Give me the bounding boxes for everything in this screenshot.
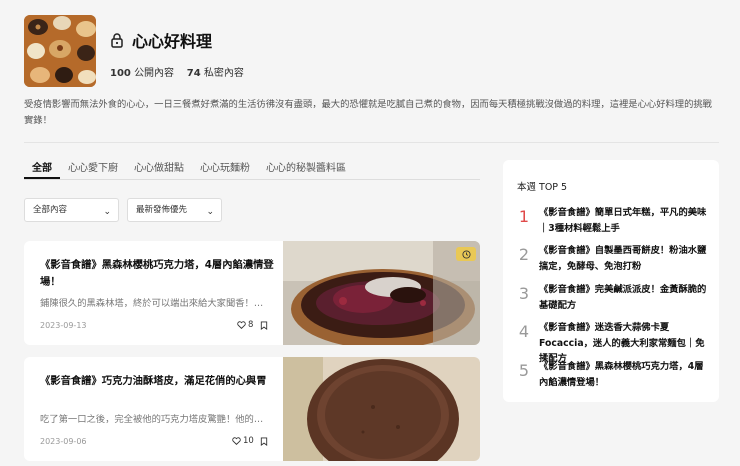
post-date: 2023-09-06 [40, 437, 87, 446]
top5-item-title[interactable]: 《影音食譜》完美鹹派派皮！金黃酥脆的基礎配方 [539, 282, 707, 313]
sort-select[interactable]: 最新發佈優先 ⌄ [127, 198, 222, 222]
rank-number: 1 [518, 207, 530, 226]
rank-number: 2 [518, 245, 530, 264]
like-count: 10 [243, 436, 254, 446]
tab-flour[interactable]: 心心玩麵粉 [192, 160, 258, 179]
top5-heading: 本週 TOP 5 [517, 182, 568, 193]
post-thumbnail[interactable] [283, 241, 480, 345]
profile-stats: 100 公開內容 74 私密內容 [110, 64, 244, 79]
post-card[interactable]: 《影音食譜》巧克力油酥塔皮，滿足花俏的心與胃 吃了第一口之後，完全被他的巧克力塔… [24, 357, 480, 461]
avatar [24, 15, 96, 87]
bookmark-icon[interactable] [260, 437, 268, 446]
page-title: 心心好料理 [132, 32, 213, 51]
heart-icon [232, 437, 241, 445]
rank-number: 5 [518, 361, 530, 380]
chevron-down-icon: ⌄ [206, 207, 214, 217]
sort-value: 最新發佈優先 [136, 205, 188, 215]
post-card[interactable]: 《影音食譜》黑森林櫻桃巧克力塔，4層內餡濃情登場！ 鋪陳很久的黑森林塔，終於可以… [24, 241, 480, 345]
chevron-down-icon: ⌄ [103, 207, 111, 217]
post-date: 2023-09-13 [40, 321, 87, 330]
post-title[interactable]: 《影音食譜》黑森林櫻桃巧克力塔，4層內餡濃情登場！ [40, 257, 280, 291]
public-label: 公開內容 [134, 68, 175, 79]
content-filter-value: 全部內容 [33, 205, 68, 215]
post-excerpt: 鋪陳很久的黑森林塔，終於可以端出來給大家聞香！… [40, 298, 264, 309]
top5-item-title[interactable]: 《影音食譜》簡單日式年糕，平凡的美味｜3種材料輕鬆上手 [539, 205, 707, 236]
top5-item-title[interactable]: 《影音食譜》自製墨西哥餅皮！粉油水鹽搞定，免酵母、免泡打粉 [539, 243, 707, 274]
post-title[interactable]: 《影音食譜》巧克力油酥塔皮，滿足花俏的心與胃 [40, 373, 280, 390]
top5-panel: 本週 TOP 5 1 《影音食譜》簡單日式年糕，平凡的美味｜3種材料輕鬆上手 2… [503, 160, 719, 402]
profile-description: 受疫情影響而無法外食的心心，一日三餐煮好煮滿的生活彷彿沒有盡頭，最大的恐懼就是吃… [24, 99, 712, 126]
profile-title-row: 心心好料理 [110, 28, 212, 52]
like-button[interactable]: 8 [237, 320, 253, 330]
tab-cooking[interactable]: 心心愛下廚 [60, 160, 126, 179]
divider [24, 142, 719, 143]
private-count: 74 [186, 68, 201, 79]
tab-sauces[interactable]: 心心的秘製醬料區 [258, 160, 354, 179]
top5-item-title[interactable]: 《影音食譜》黑森林櫻桃巧克力塔，4層內餡濃情登場！ [539, 359, 707, 390]
like-count: 8 [248, 320, 254, 330]
video-badge-icon [456, 247, 476, 261]
like-button[interactable]: 10 [232, 436, 254, 446]
lock-icon [111, 33, 123, 48]
tab-all[interactable]: 全部 [24, 160, 60, 179]
content-filter-select[interactable]: 全部內容 ⌄ [24, 198, 119, 222]
category-tabs: 全部 心心愛下廚 心心做甜點 心心玩麵粉 心心的秘製醬料區 [24, 160, 480, 180]
post-thumbnail[interactable] [283, 357, 480, 461]
bookmark-icon[interactable] [260, 321, 268, 330]
heart-icon [237, 321, 246, 329]
public-count: 100 [110, 68, 131, 79]
private-label: 私密內容 [203, 68, 244, 79]
page: 心心好料理 100 公開內容 74 私密內容 受疫情影響而無法外食的心心，一日三… [0, 0, 740, 466]
tab-desserts[interactable]: 心心做甜點 [126, 160, 192, 179]
rank-number: 4 [518, 322, 530, 341]
post-excerpt: 吃了第一口之後，完全被他的巧克力塔皮驚艷！他的… [40, 414, 264, 425]
rank-number: 3 [518, 284, 530, 303]
